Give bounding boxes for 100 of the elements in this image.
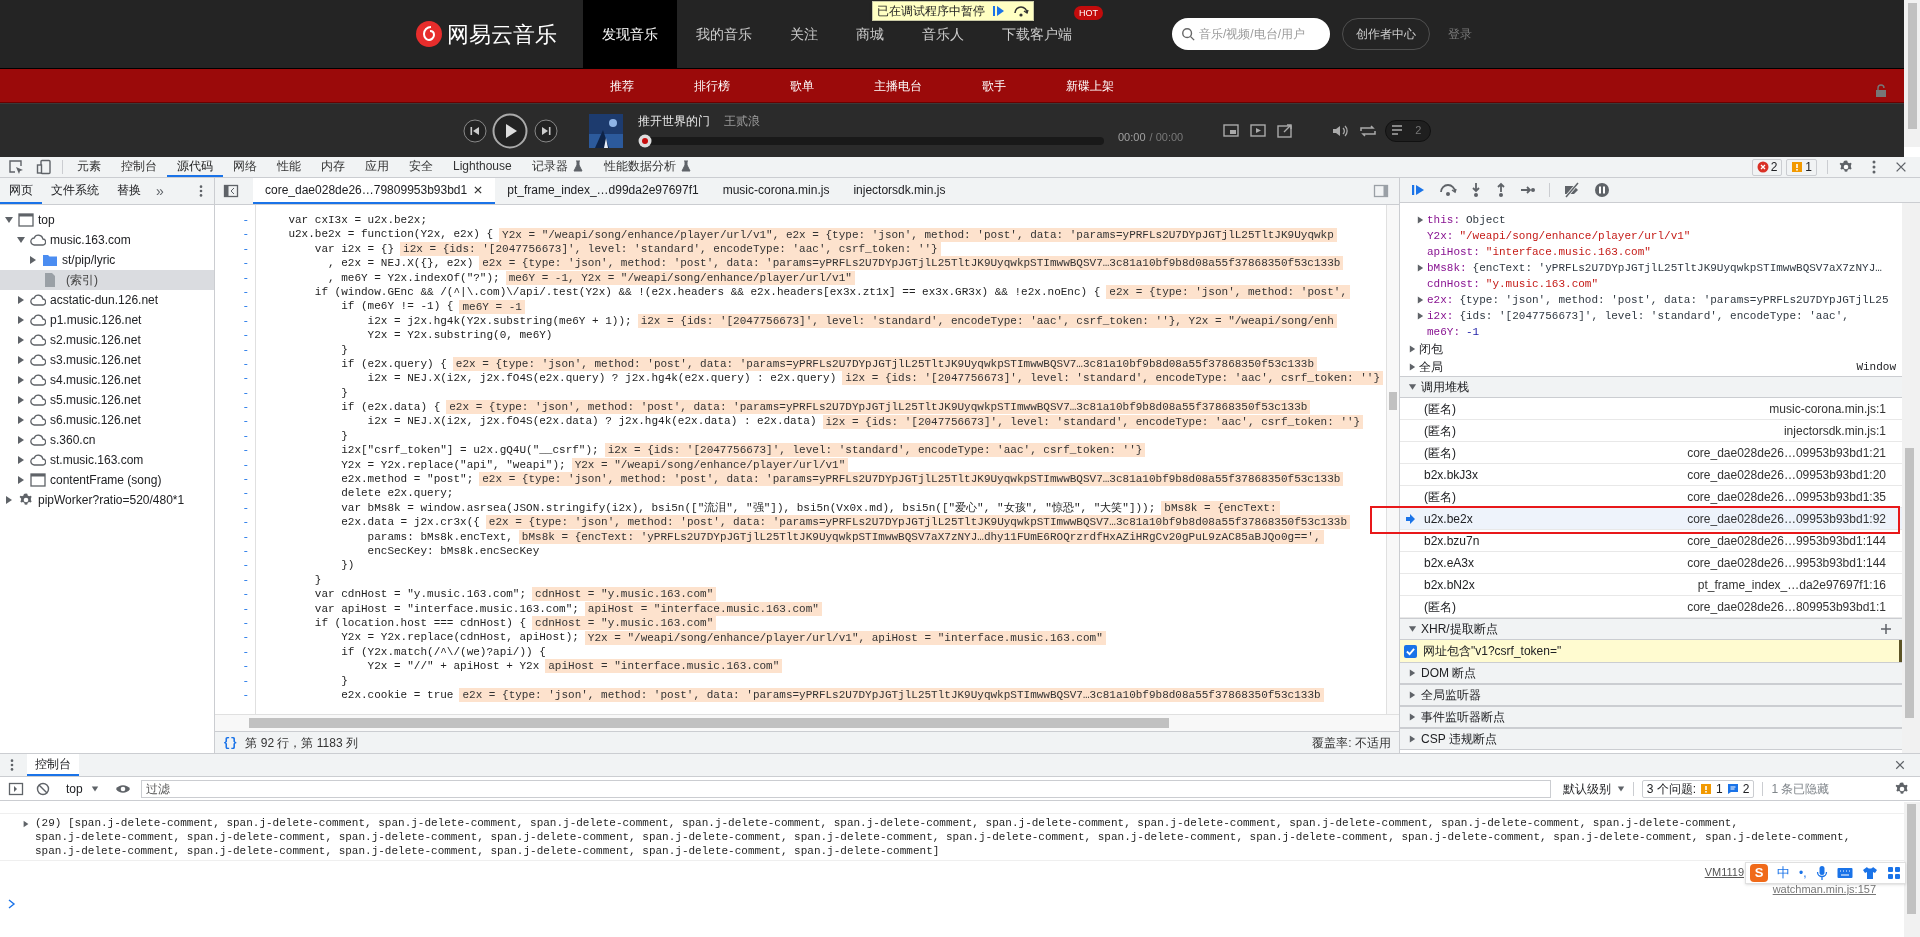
caret-right-icon[interactable] — [28, 255, 38, 265]
add-to-list-icon[interactable] — [1250, 122, 1269, 139]
vertical-scrollbar[interactable] — [1386, 205, 1399, 714]
device-icon[interactable] — [36, 159, 52, 175]
sidebar-toggle-icon[interactable] — [223, 183, 239, 199]
caret-down-icon[interactable] — [1408, 624, 1417, 634]
frame-location[interactable]: core_dae028de26…9953b93bd1:144 — [1687, 553, 1886, 572]
step-into-icon[interactable] — [1470, 182, 1482, 198]
tree-item[interactable]: music.163.com — [0, 230, 214, 250]
tree-item[interactable]: st/pip/lyric — [0, 250, 214, 270]
caret-right-icon[interactable] — [22, 819, 30, 829]
line-marker[interactable]: - — [215, 256, 255, 271]
deactivate-breakpoints-icon[interactable] — [1563, 182, 1581, 198]
tree-item[interactable]: s4.music.126.net — [0, 370, 214, 390]
line-marker[interactable]: - — [215, 572, 255, 588]
tree-item[interactable]: s6.music.126.net — [0, 410, 214, 430]
step-over-icon[interactable] — [1439, 182, 1457, 198]
previous-button[interactable] — [463, 118, 487, 143]
section-title[interactable]: 全局监听器 — [1421, 686, 1481, 704]
step-out-icon[interactable] — [1495, 182, 1507, 198]
nav-link[interactable]: 关注 — [790, 24, 818, 44]
step-over-icon[interactable] — [1013, 4, 1029, 18]
tree-item[interactable]: s3.music.126.net — [0, 350, 214, 370]
caret-right-icon[interactable] — [1408, 690, 1417, 700]
caret-right-icon[interactable] — [1408, 734, 1417, 744]
vertical-scrollbar[interactable] — [1902, 203, 1920, 753]
logo-icon[interactable] — [416, 21, 442, 47]
caret-right-icon[interactable] — [16, 295, 26, 305]
drawer-tab[interactable]: 控制台 — [27, 754, 79, 776]
close-icon[interactable] — [1894, 160, 1908, 174]
frame-location[interactable]: core_dae028de26…09953b93bd1:35 — [1687, 487, 1886, 506]
section-title[interactable]: 事件监听器断点 — [1421, 708, 1505, 726]
line-marker[interactable]: - — [215, 630, 255, 645]
nav-link[interactable]: 我的音乐 — [696, 24, 752, 44]
caret-right-icon[interactable] — [1416, 311, 1425, 321]
navigator-tab[interactable]: 替换 — [108, 178, 150, 204]
close-icon[interactable] — [473, 185, 484, 195]
frame-location[interactable]: core_dae028de26…09953b93bd1:21 — [1687, 443, 1886, 462]
frame-location[interactable]: core_dae028de26…09953b93bd1:92 — [1687, 509, 1886, 528]
caret-right-icon[interactable] — [1416, 215, 1425, 225]
horizontal-scrollbar[interactable] — [215, 714, 1399, 731]
panel-tab[interactable]: 网络 — [223, 157, 267, 177]
tree-item[interactable]: pipWorker?ratio=520/480*1 — [0, 490, 214, 510]
panel-tab[interactable]: 元素 — [67, 157, 111, 177]
line-marker[interactable]: - — [215, 457, 255, 473]
more-tabs-button[interactable]: » — [150, 180, 170, 202]
caret-right-icon[interactable] — [16, 475, 26, 485]
tree-item[interactable]: s.360.cn — [0, 430, 214, 450]
line-marker[interactable]: - — [215, 529, 255, 544]
resume-icon[interactable] — [1410, 182, 1426, 198]
line-marker[interactable]: - — [215, 414, 255, 429]
caret-right-icon[interactable] — [1416, 263, 1425, 273]
progress-thumb[interactable] — [638, 134, 652, 148]
prompt-icon[interactable] — [8, 899, 16, 909]
inspect-icon[interactable] — [8, 159, 24, 175]
file-tab[interactable]: music-corona.min.js — [710, 178, 842, 204]
frame-location[interactable]: pt_frame_index_…da2e97697f1:16 — [1697, 575, 1886, 594]
line-marker[interactable]: - — [215, 400, 255, 415]
line-marker[interactable]: - — [215, 385, 255, 401]
subnav-link[interactable]: 排行榜 — [664, 76, 760, 95]
tree-item[interactable]: s5.music.126.net — [0, 390, 214, 410]
file-tab[interactable]: injectorsdk.min.js — [841, 178, 958, 204]
context-dropdown[interactable]: top — [60, 779, 105, 798]
navigator-tab[interactable]: 网页 — [0, 178, 42, 204]
caret-right-icon[interactable] — [1408, 362, 1417, 372]
eye-icon[interactable] — [114, 782, 131, 795]
line-marker[interactable]: - — [215, 644, 255, 660]
frame-location[interactable]: core_dae028de26…809953b93bd1:1 — [1687, 597, 1886, 616]
nav-link[interactable]: 商城 — [856, 24, 884, 44]
filter-field[interactable]: 过滤 — [140, 779, 1551, 798]
frame-location[interactable]: core_dae028de26…09953b93bd1:20 — [1687, 465, 1886, 484]
song-title[interactable]: 推开世界的门 — [638, 112, 710, 130]
tree-item[interactable]: top — [0, 210, 214, 230]
tree-item[interactable]: (索引) — [0, 270, 214, 290]
line-marker[interactable]: - — [215, 328, 255, 343]
page-scrollbar[interactable] — [1904, 0, 1920, 147]
add-icon[interactable] — [1880, 623, 1892, 635]
line-marker[interactable]: - — [215, 371, 255, 386]
scope-group[interactable]: 全局 — [1419, 358, 1443, 376]
line-marker[interactable]: - — [215, 615, 255, 631]
tree-item[interactable]: s2.music.126.net — [0, 330, 214, 350]
line-marker[interactable]: - — [215, 356, 255, 372]
line-marker[interactable]: - — [215, 587, 255, 602]
line-marker[interactable]: - — [215, 558, 255, 573]
source-link[interactable]: VM1119 — [1704, 863, 1744, 881]
caret-right-icon[interactable] — [16, 415, 26, 425]
frame-location[interactable]: injectorsdk.min.js:1 — [1783, 421, 1886, 440]
navigator-tab[interactable]: 文件系统 — [42, 178, 108, 204]
tree-item[interactable]: acstatic-dun.126.net — [0, 290, 214, 310]
pause-on-exceptions-icon[interactable] — [1594, 182, 1610, 198]
panel-tab[interactable]: 控制台 — [111, 157, 167, 177]
login-link[interactable]: 登录 — [1448, 25, 1472, 43]
caret-right-icon[interactable] — [16, 335, 26, 345]
caret-right-icon[interactable] — [1416, 295, 1425, 305]
source-link[interactable]: watchman.min.js:157 — [1772, 880, 1876, 898]
error-count-button[interactable]: 2 — [1751, 158, 1783, 176]
line-marker[interactable]: - — [215, 515, 255, 530]
frame-location[interactable]: core_dae028de26…9953b93bd1:144 — [1687, 531, 1886, 550]
issues-button[interactable]: 3 个问题: 1 2 — [1641, 779, 1755, 798]
line-marker[interactable]: - — [215, 601, 255, 616]
